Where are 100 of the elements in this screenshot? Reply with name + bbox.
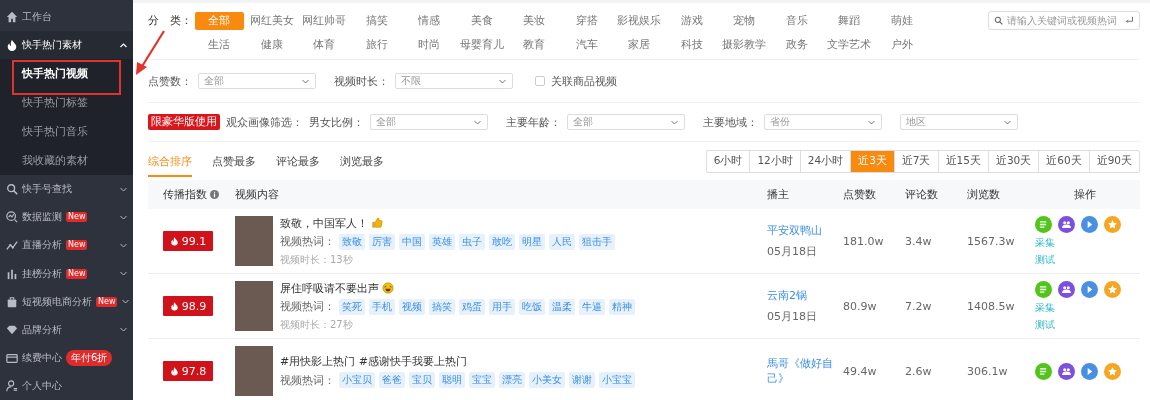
category-option[interactable]: 美食 [455,9,508,33]
play-button[interactable] [1081,280,1098,298]
action-link[interactable]: 采集 [1035,300,1055,315]
sort-tab[interactable]: 浏览最多 [340,145,384,177]
category-option[interactable]: 体育 [298,33,351,57]
category-option[interactable]: 教育 [508,33,561,57]
time-range-option[interactable]: 6小时 [706,150,750,172]
category-option[interactable]: 政务 [770,33,823,57]
keyword-tag[interactable]: 爸爸 [379,372,405,388]
select-field[interactable]: 地区 [900,114,1018,130]
sidebar-item[interactable]: 快手热门素材 [0,31,133,60]
keyword-tag[interactable]: 手机 [369,298,395,315]
time-range-option[interactable]: 12小时 [749,150,800,172]
star-button[interactable] [1104,280,1121,298]
category-option[interactable]: 科技 [665,33,718,57]
keyword-tag[interactable]: 温柔 [549,298,575,315]
keyword-tag[interactable]: 宝贝 [409,372,435,388]
category-option[interactable]: 生活 [193,33,246,57]
select-field[interactable]: 不限 [395,73,513,89]
keyword-tag[interactable]: 致敬 [339,233,365,250]
keyword-tag[interactable]: 笑死 [339,298,365,315]
people-button[interactable] [1058,280,1075,298]
author-link[interactable]: 馬哥《做好自己》 [767,356,837,386]
keyword-tag[interactable]: 狙击手 [579,233,615,250]
category-option[interactable]: 网红帅哥 [298,9,351,33]
time-range-option[interactable]: 近15天 [937,150,988,172]
sidebar-item[interactable]: 直播分析 New [0,231,133,260]
keyword-tag[interactable]: 小宝宝 [599,372,635,388]
keyword-tag[interactable]: 中国 [399,233,425,250]
select-field[interactable]: 省份 [764,114,882,130]
category-option[interactable]: 汽车 [560,33,613,57]
sidebar-item[interactable]: 挂榜分析 New [0,259,133,288]
keyword-tag[interactable]: 搞笑 [429,298,455,315]
sidebar-item[interactable]: 短视频电商分析 New [0,287,133,316]
sort-tab[interactable]: 综合排序 [148,145,192,177]
author-link[interactable]: 云南2锅 [767,288,837,303]
time-range-option[interactable]: 近7天 [893,150,938,172]
category-option[interactable]: 情感 [403,9,456,33]
category-option[interactable]: 文学艺术 [823,33,876,57]
sidebar-item[interactable]: 续费中心 年付6折 [0,343,133,372]
category-option[interactable]: 家居 [613,33,666,57]
sidebar-subitem[interactable]: 快手热门标签 [0,88,133,118]
video-title[interactable]: 屏住呼吸请不要出声 [280,280,379,296]
star-button[interactable] [1104,362,1121,380]
time-range-option[interactable]: 近30天 [987,150,1039,172]
select-field[interactable]: 全部 [567,114,685,130]
people-button[interactable] [1058,362,1075,380]
sidebar-item[interactable]: 数据监测 New [0,203,133,232]
category-option[interactable]: 搞笑 [350,9,403,33]
category-option[interactable]: 宠物 [718,9,771,33]
time-range-option[interactable]: 近60天 [1038,150,1089,172]
list-button[interactable] [1035,215,1052,233]
keyword-tag[interactable]: 敢吃 [489,233,515,250]
category-option[interactable]: 萌娃 [875,9,928,33]
video-title[interactable]: #用快影上热门 #感谢快手我要上热门 [280,354,467,369]
sidebar-item[interactable]: 品牌分析 [0,315,133,344]
sidebar-item[interactable]: 快手号查找 [0,175,133,204]
keyword-tag[interactable]: 精神 [609,298,635,315]
category-option[interactable]: 时尚 [403,33,456,57]
keyword-tag[interactable]: 吃饭 [519,298,545,315]
keyword-tag[interactable]: 用手 [489,298,515,315]
sidebar-item[interactable]: 个人中心 [0,371,133,400]
category-option[interactable]: 旅行 [350,33,403,57]
search-field[interactable]: 请输入关键词或视频热词 [988,11,1140,30]
sort-tab[interactable]: 点赞最多 [212,145,256,177]
keyword-tag[interactable]: 牛逼 [579,298,605,315]
play-button[interactable] [1081,362,1098,380]
select-field[interactable]: 全部 [370,114,488,130]
sort-tab[interactable]: 评论最多 [276,145,320,177]
category-option[interactable]: 音乐 [770,9,823,33]
category-option[interactable]: 穿搭 [560,9,613,33]
action-link[interactable]: 测试 [1035,252,1055,267]
keyword-tag[interactable]: 英雄 [429,233,455,250]
category-option[interactable]: 影视娱乐 [613,9,666,33]
keyword-tag[interactable]: 聪明 [439,372,465,388]
star-button[interactable] [1104,215,1121,233]
category-option[interactable]: 母婴育儿 [455,33,508,57]
keyword-tag[interactable]: 小宝贝 [339,372,375,388]
keyword-tag[interactable]: 人民 [549,233,575,250]
select-field[interactable]: 全部 [198,73,316,89]
video-title[interactable]: 致敬，中国军人！ [280,215,368,231]
list-button[interactable] [1035,280,1052,298]
action-link[interactable]: 采集 [1035,235,1055,250]
time-range-option[interactable]: 近90天 [1088,150,1139,172]
action-link[interactable]: 测试 [1035,317,1055,332]
category-option[interactable]: 美妆 [508,9,561,33]
keyword-tag[interactable]: 视频 [399,298,425,315]
keyword-tag[interactable]: 明星 [519,233,545,250]
author-link[interactable]: 平安双鸭山 [767,223,837,238]
keyword-tag[interactable]: 漂亮 [499,372,525,388]
category-option[interactable]: 健康 [245,33,298,57]
category-option[interactable]: 游戏 [665,9,718,33]
keyword-tag[interactable]: 小美女 [529,372,565,388]
category-option[interactable]: 摄影教学 [718,33,771,57]
keyword-tag[interactable]: 虫子 [459,233,485,250]
sidebar-subitem[interactable]: 快手热门视频 [0,59,133,89]
sidebar-subitem[interactable]: 快手热门音乐 [0,117,133,147]
sidebar-item[interactable]: 工作台 [0,3,133,32]
category-option[interactable]: 户外 [875,33,928,57]
category-option[interactable]: 网红美女 [245,9,298,33]
